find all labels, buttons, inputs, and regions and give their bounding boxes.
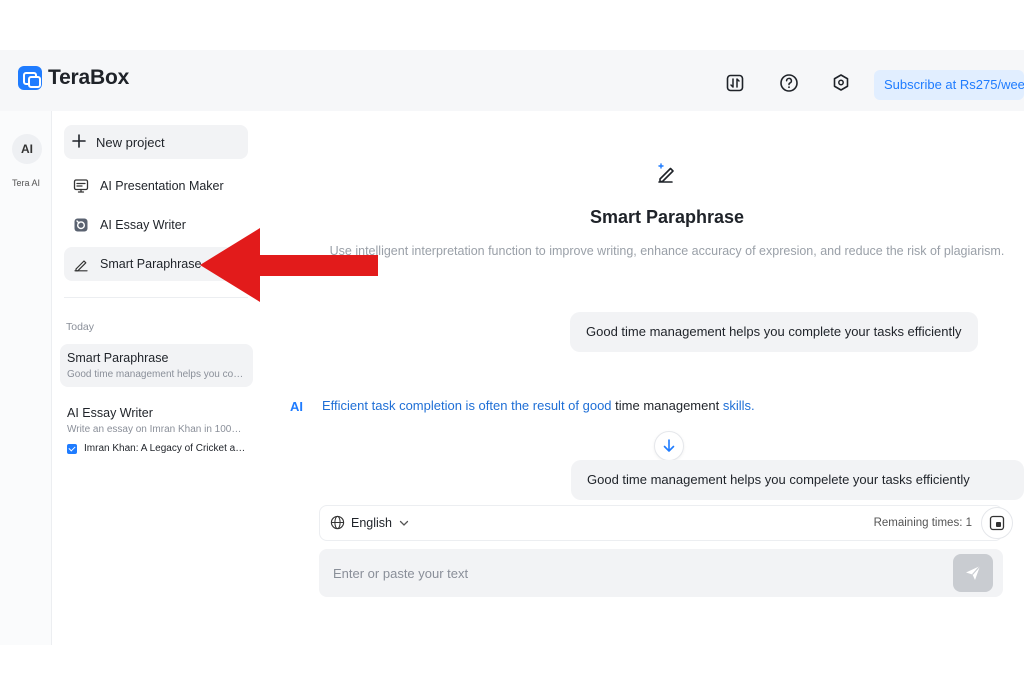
new-project-button[interactable]: New project <box>64 125 248 159</box>
essay-icon <box>72 216 90 234</box>
page-title: Smart Paraphrase <box>589 207 745 227</box>
composer-input-area <box>319 549 1003 597</box>
pen-sparkle-icon <box>72 255 90 273</box>
ai-reply-highlight: Efficient task completion is often the r… <box>322 398 612 413</box>
checkbox-icon <box>67 443 77 454</box>
ai-reply-highlight: skills. <box>722 398 755 413</box>
tera-ai-avatar[interactable]: AI <box>12 134 42 164</box>
app-window: TeraBox Subscribe at Rs275/week AI Tera … <box>0 50 1024 645</box>
paraphrase-text-input[interactable] <box>333 549 933 597</box>
history-item-subtitle: Good time management helps you complete … <box>67 369 246 380</box>
globe-icon <box>330 515 345 530</box>
user-message: Good time management helps you complete … <box>570 312 978 352</box>
history-item-subtitle: Write an essay on Imran Khan in 1000 wor… <box>67 424 246 435</box>
user-message: Good time management helps you compelete… <box>571 460 1024 500</box>
settings-hex-icon[interactable] <box>830 72 852 94</box>
left-rail: AI Tera AI <box>0 111 52 645</box>
tera-ai-label: Tera AI <box>11 178 40 188</box>
history-item-essay-writer[interactable]: AI Essay Writer Write an essay on Imran … <box>60 399 253 461</box>
terabox-logo-icon <box>18 66 42 90</box>
page-description: Use intelligent interpretation function … <box>329 244 1005 258</box>
subscribe-button[interactable]: Subscribe at Rs275/week <box>874 70 1024 100</box>
language-label: English <box>351 515 392 530</box>
send-icon <box>966 565 981 580</box>
scroll-down-button[interactable] <box>654 431 684 461</box>
history-item-smart-paraphrase[interactable]: Smart Paraphrase Good time management he… <box>60 344 253 387</box>
arrow-down-icon <box>663 439 675 452</box>
history-heading: Today <box>66 321 95 333</box>
terabox-logo[interactable]: TeraBox <box>18 66 129 90</box>
help-icon[interactable] <box>778 72 800 94</box>
sidebar-item-label: Smart Paraphrase <box>100 257 202 271</box>
history-item-title: AI Essay Writer <box>67 406 153 420</box>
sidebar: New project AI Presentation Maker AI Ess… <box>52 111 265 645</box>
remaining-times: Remaining times: 1 <box>873 517 972 529</box>
ai-reply: Efficient task completion is often the r… <box>322 398 755 413</box>
send-button[interactable] <box>953 554 993 592</box>
ai-reply-plain: time management <box>611 398 723 413</box>
sort-icon[interactable] <box>724 72 746 94</box>
chevron-down-icon <box>399 520 409 526</box>
sidebar-item-label: AI Essay Writer <box>100 218 186 232</box>
composer-toolbar: English Remaining times: 1 <box>319 505 1003 541</box>
new-project-label: New project <box>96 134 165 150</box>
top-header: TeraBox Subscribe at Rs275/week <box>0 50 1024 111</box>
brand-name: TeraBox <box>48 66 130 89</box>
expand-icon <box>989 515 1005 531</box>
presentation-icon <box>72 177 90 195</box>
plus-icon <box>72 133 86 151</box>
history-item-document[interactable]: Imran Khan: A Legacy of Cricket and Poli… <box>67 443 246 454</box>
ai-avatar: AI <box>290 399 303 414</box>
history-item-title: Smart Paraphrase <box>67 351 169 365</box>
sidebar-item-label: AI Presentation Maker <box>100 179 224 193</box>
history-document-label: Imran Khan: A Legacy of Cricket and Poli… <box>84 443 246 454</box>
pen-sparkle-icon <box>658 163 674 183</box>
main-panel: Smart Paraphrase Use intelligent interpr… <box>265 111 1024 645</box>
expand-button[interactable] <box>981 507 1013 539</box>
language-select[interactable]: English <box>330 515 410 530</box>
sidebar-item-presentation-maker[interactable]: AI Presentation Maker <box>64 169 248 203</box>
